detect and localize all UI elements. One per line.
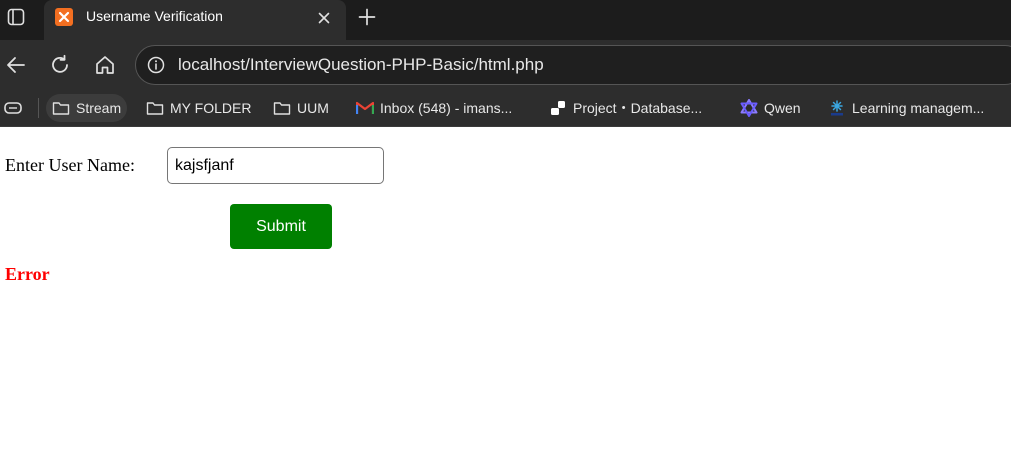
tab-search-button[interactable]	[2, 98, 24, 118]
site-info-button[interactable]	[146, 55, 166, 75]
close-icon	[318, 12, 330, 24]
address-bar[interactable]: localhost/InterviewQuestion-PHP-Basic/ht…	[135, 45, 1011, 85]
folder-icon	[52, 99, 70, 117]
back-button[interactable]	[3, 52, 29, 78]
bookmark-label: Inbox (548) - imans...	[380, 100, 513, 116]
bookmark-uum[interactable]: UUM	[267, 94, 335, 122]
bookmark-stream[interactable]: Stream	[46, 94, 128, 122]
username-label: Enter User Name:	[5, 155, 135, 175]
lms-icon	[828, 99, 846, 117]
bookmark-project-database[interactable]: Project・Database...	[543, 94, 708, 122]
folder-icon	[146, 99, 164, 117]
qwen-icon	[740, 99, 758, 117]
bookmarks-bar: Stream MY FOLDER UUM Inbox (548) - imans…	[0, 90, 1011, 127]
bookmark-label: Project・Database...	[573, 100, 703, 116]
home-button[interactable]	[92, 52, 118, 78]
gmail-icon	[356, 99, 374, 117]
bookmark-inbox[interactable]: Inbox (548) - imans...	[350, 94, 518, 122]
new-tab-button[interactable]	[354, 4, 380, 30]
tab-title: Username Verification	[86, 8, 223, 24]
back-arrow-icon	[7, 57, 25, 73]
active-tab[interactable]: Username Verification	[44, 0, 346, 40]
bookmark-learning-management[interactable]: Learning managem...	[822, 94, 990, 122]
folder-icon	[273, 99, 291, 117]
bookmark-label: Stream	[76, 100, 122, 116]
tab-actions-button[interactable]	[4, 5, 28, 29]
tab-actions-icon	[7, 8, 25, 26]
home-icon	[96, 56, 114, 74]
tab-close-button[interactable]	[314, 8, 334, 28]
plus-icon	[358, 8, 376, 26]
bookmark-my-folder[interactable]: MY FOLDER	[140, 94, 257, 122]
bookmark-label: UUM	[297, 100, 329, 116]
info-icon	[147, 56, 165, 74]
bookmark-qwen[interactable]: Qwen	[734, 94, 807, 122]
bookmarks-divider	[38, 98, 39, 118]
xampp-icon	[55, 8, 73, 26]
navigation-toolbar: localhost/InterviewQuestion-PHP-Basic/ht…	[0, 40, 1011, 90]
url-text[interactable]: localhost/InterviewQuestion-PHP-Basic/ht…	[178, 55, 544, 75]
reload-icon	[52, 54, 68, 73]
supabase-icon	[549, 99, 567, 117]
bookmark-label: Qwen	[764, 100, 801, 116]
submit-button[interactable]: Submit	[230, 204, 332, 249]
tab-strip: Username Verification	[0, 0, 1011, 40]
reload-button[interactable]	[47, 52, 73, 78]
error-message: Error	[5, 264, 50, 284]
page-content: Enter User Name: Submit Error	[0, 127, 1011, 461]
bookmark-label: MY FOLDER	[170, 100, 252, 116]
bookmark-label: Learning managem...	[852, 100, 985, 116]
username-input[interactable]	[167, 147, 384, 184]
stack-icon	[4, 102, 22, 114]
